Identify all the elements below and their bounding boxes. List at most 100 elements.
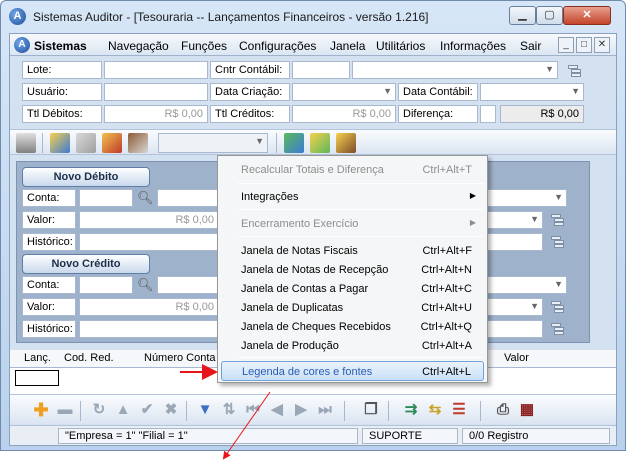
menu-navegacao[interactable]: Navegação (108, 39, 169, 53)
filter-icon[interactable]: ▼ (196, 401, 214, 419)
documents-icon[interactable] (76, 133, 96, 153)
ctr-contabil-select[interactable]: ▼ (352, 61, 558, 79)
menu-janela[interactable]: Janela (330, 39, 365, 53)
menu-sair[interactable]: Sair (520, 39, 541, 53)
ttl-debitos-value: R$ 0,00 (104, 105, 208, 123)
stack-icon[interactable] (568, 65, 582, 77)
up-icon[interactable]: ▲ (114, 401, 132, 419)
export-icon[interactable]: ⇉ (402, 401, 420, 419)
status-empresa: "Empresa = 1" "Filial = 1" (58, 428, 358, 444)
window-title: Sistemas Auditor - [Tesouraria -- Lançam… (33, 10, 429, 24)
toolbar-separator (80, 401, 81, 421)
bank-icon[interactable] (102, 133, 122, 153)
menu-item-notas-recepcao[interactable]: Janela de Notas de Recepção Ctrl+Alt+N (221, 260, 484, 279)
debito-valor-input[interactable]: R$ 0,00 (79, 211, 219, 229)
check-document-icon[interactable] (284, 133, 304, 153)
add-icon[interactable]: ✚ (32, 401, 50, 419)
menu-item-encerramento[interactable]: Encerramento Exercício ▶ (221, 214, 484, 233)
child-close-button[interactable]: ✕ (594, 37, 610, 53)
menu-item-duplicatas[interactable]: Janela de Duplicatas Ctrl+Alt+U (221, 298, 484, 317)
search-icon[interactable]: 🔍︎ (137, 277, 154, 293)
import-icon[interactable]: ⇆ (426, 401, 444, 419)
data-criacao-label: Data Criação: (210, 83, 290, 101)
chevron-down-icon: ▼ (255, 136, 264, 146)
previous-record-icon[interactable]: ◀ (268, 401, 286, 419)
stack-icon[interactable] (551, 323, 565, 335)
menu-item-producao[interactable]: Janela de Produção Ctrl+Alt+A (221, 336, 484, 355)
lote-label: Lote: (22, 61, 102, 79)
column-numero-conta[interactable]: Número Conta (144, 352, 216, 364)
menu-utilitarios[interactable]: Utilitários (376, 39, 425, 53)
refresh-icon[interactable]: ↻ (90, 401, 108, 419)
building-icon[interactable] (128, 133, 148, 153)
sort-icon[interactable]: ⇅ (220, 401, 238, 419)
menu-item-notas-fiscais[interactable]: Janela de Notas Fiscais Ctrl+Alt+F (221, 241, 484, 260)
usuario-input[interactable] (104, 83, 208, 101)
minimize-button[interactable]: ▁ (509, 6, 536, 25)
debito-conta-input[interactable] (79, 189, 133, 207)
ttl-creditos-value: R$ 0,00 (292, 105, 396, 123)
sistemas-logo-icon: A (14, 37, 30, 53)
ttl-debitos-label: Ttl Débitos: (22, 105, 102, 123)
menu-item-integracoes[interactable]: Integrações ▶ (221, 187, 484, 206)
data-contabil-select[interactable]: ▼ (480, 83, 584, 101)
menu-item-recalcular[interactable]: Recalcular Totais e Diferença Ctrl+Alt+T (221, 160, 484, 179)
credito-conta-label: Conta: (22, 276, 76, 294)
menu-informacoes[interactable]: Informações (440, 39, 506, 53)
child-minimize-button[interactable]: _ (558, 37, 574, 53)
menu-funcoes[interactable]: Funções (181, 39, 227, 53)
data-criacao-select[interactable]: ▼ (292, 83, 396, 101)
child-maximize-button[interactable]: □ (576, 37, 592, 53)
menu-item-cheques[interactable]: Janela de Cheques Recebidos Ctrl+Alt+Q (221, 317, 484, 336)
remove-icon[interactable]: ▬ (56, 401, 74, 419)
menu-bar: A Sistemas Navegação Funções Configuraçõ… (10, 34, 616, 56)
search-icon[interactable]: 🔍︎ (137, 190, 154, 206)
credito-valor-input[interactable]: R$ 0,00 (79, 298, 219, 316)
close-button[interactable]: ✕ (563, 6, 611, 25)
pencil-document-icon[interactable] (336, 133, 356, 153)
credito-conta-input[interactable] (79, 276, 133, 294)
column-valor[interactable]: Valor (504, 352, 529, 364)
report-icon[interactable]: ▦ (518, 401, 536, 419)
title-bar: A Sistemas Auditor - [Tesouraria -- Lanç… (1, 1, 625, 33)
chevron-down-icon: ▼ (530, 214, 539, 224)
menu-configuracoes[interactable]: Configurações (239, 39, 316, 53)
column-lanc[interactable]: Lanç. (24, 352, 51, 364)
menu-sistemas[interactable]: Sistemas (34, 39, 87, 53)
credito-historico-label: Histórico: (22, 320, 76, 338)
maximize-button[interactable]: ▢ (536, 6, 563, 25)
menu-separator (238, 183, 483, 184)
novo-debito-button[interactable]: Novo Débito (22, 167, 150, 187)
copy-icon[interactable]: ❐ (362, 401, 380, 419)
toolbar-select[interactable]: ▼ (158, 133, 268, 153)
navigator-toolbar: ✚ ▬ ↻ ▲ ✔ ✖ ▼ ⇅ ⏮ ◀ ▶ ⏭ ❐ ⇉ ⇆ ☰ ⎙ ▦ (10, 394, 616, 424)
cancel-icon[interactable]: ✖ (162, 401, 180, 419)
chevron-down-icon: ▼ (545, 64, 554, 74)
list-icon[interactable]: ☰ (450, 401, 468, 419)
printer-icon[interactable] (16, 133, 36, 153)
print-icon[interactable]: ⎙ (494, 401, 512, 419)
chevron-down-icon: ▼ (383, 86, 392, 96)
menu-item-legenda[interactable]: Legenda de cores e fontes Ctrl+Alt+L (221, 361, 484, 381)
ctr-contabil-label: Cntr Contábil: (210, 61, 290, 79)
toolbar-separator (42, 133, 43, 153)
debito-valor-label: Valor: (22, 211, 76, 229)
stack-icon[interactable] (551, 236, 565, 248)
grid-current-cell[interactable] (15, 370, 59, 386)
menu-item-contas-pagar[interactable]: Janela de Contas a Pagar Ctrl+Alt+C (221, 279, 484, 298)
lote-input[interactable] (104, 61, 208, 79)
user-document-icon[interactable] (310, 133, 330, 153)
first-record-icon[interactable]: ⏮ (244, 401, 262, 419)
confirm-icon[interactable]: ✔ (138, 401, 156, 419)
transfer-icon[interactable] (50, 133, 70, 153)
last-record-icon[interactable]: ⏭ (316, 401, 334, 419)
column-cod-red[interactable]: Cod. Red. (64, 352, 114, 364)
stack-icon[interactable] (551, 214, 565, 226)
novo-credito-button[interactable]: Novo Crédito (22, 254, 150, 274)
ctr-contabil-code-input[interactable] (292, 61, 350, 79)
diferenca-checkbox[interactable] (480, 105, 496, 123)
submenu-arrow-icon: ▶ (469, 191, 476, 200)
stack-icon[interactable] (551, 301, 565, 313)
menu-separator (238, 209, 483, 210)
next-record-icon[interactable]: ▶ (292, 401, 310, 419)
